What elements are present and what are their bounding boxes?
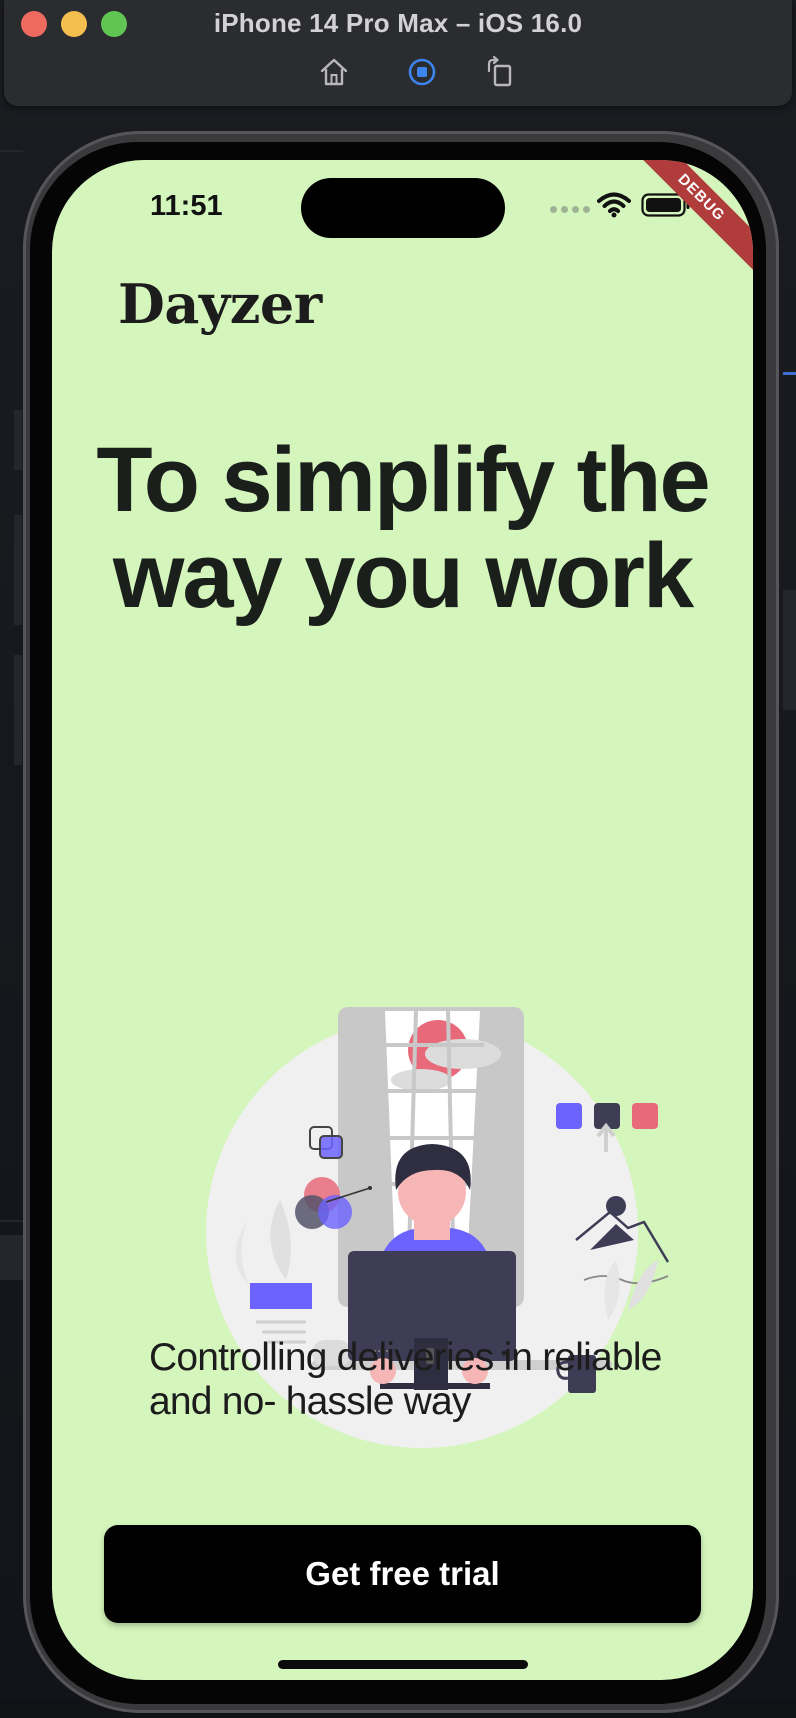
ide-gutter-mark [783, 590, 796, 710]
simulator-window: iPhone 14 Pro Max – iOS 16.0 11:51 DEBUG… [0, 0, 796, 1718]
ide-panel [0, 1235, 23, 1280]
hero-headline: To simplify the way you work [96, 429, 710, 627]
ide-accent-line [783, 372, 796, 375]
screenshot-icon [408, 58, 436, 86]
home-icon [320, 58, 348, 86]
app-screen: 11:51 DEBUG Dayzer To simplify the way y… [52, 160, 753, 1680]
status-time: 11:51 [150, 190, 223, 222]
wifi-icon [597, 192, 631, 218]
home-button[interactable] [316, 54, 352, 90]
ide-divider [0, 1220, 23, 1222]
rotate-icon [487, 56, 512, 87]
simulator-title: iPhone 14 Pro Max – iOS 16.0 [213, 8, 583, 38]
hero-subtitle: Controlling deliveries in reliable and n… [149, 1336, 662, 1423]
screenshot-button[interactable] [404, 54, 440, 90]
ide-gutter-mark [14, 410, 22, 470]
ide-gutter-mark [14, 515, 22, 625]
app-logo: Dayzer [118, 272, 322, 336]
ide-divider [0, 150, 23, 152]
simulator-title-bar: iPhone 14 Pro Max – iOS 16.0 [4, 0, 792, 106]
get-free-trial-button[interactable]: Get free trial [104, 1525, 701, 1623]
ide-gutter-mark [14, 655, 22, 765]
home-indicator[interactable] [278, 1660, 528, 1669]
dynamic-island [301, 178, 505, 238]
rotate-button[interactable] [482, 54, 518, 90]
signal-dots-icon [550, 206, 590, 213]
